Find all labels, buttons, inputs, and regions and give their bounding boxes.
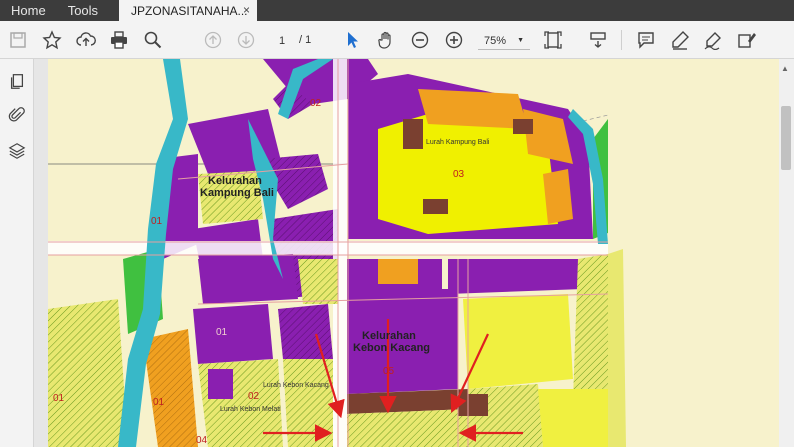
toolbar-divider [621, 30, 622, 50]
block-number: 01 [216, 327, 228, 338]
zone-purple [208, 369, 233, 399]
fill-sign-icon[interactable] [735, 28, 759, 52]
print-icon[interactable] [107, 28, 131, 52]
zoom-level-select[interactable]: 75% ▼ [478, 32, 530, 50]
zone-residential-hatch [48, 299, 128, 447]
zone-residential-hatch [298, 259, 338, 304]
zoning-map: Kelurahan Kampung Bali Kelurahan Kebon K… [48, 59, 779, 447]
scroll-up-icon[interactable]: ▲ [781, 64, 789, 73]
tools-tab[interactable]: Tools [57, 0, 109, 21]
document-tab[interactable]: JPZONASITANAHA... × [119, 0, 258, 21]
block-number: 05 [383, 366, 395, 377]
tab-bar: Home Tools JPZONASITANAHA... × [0, 0, 794, 21]
draw-sign-icon[interactable] [701, 28, 725, 52]
document-tab-label: JPZONASITANAHA... [131, 3, 248, 18]
attachment-icon[interactable] [5, 103, 29, 127]
zone-brown [403, 119, 423, 149]
highlight-pen-icon[interactable] [668, 28, 692, 52]
office-label: Lurah Kebon Kacang [263, 382, 329, 389]
office-label: Lurah Kebon Melati [220, 406, 281, 413]
map-margin [608, 59, 779, 447]
zone-brown [423, 199, 448, 214]
zone-purple-01 [193, 304, 273, 364]
document-view[interactable]: Kelurahan Kampung Bali Kelurahan Kebon K… [34, 59, 794, 447]
kelurahan-label: Kampung Bali [200, 187, 274, 199]
zoning-map-svg: Kelurahan Kampung Bali Kelurahan Kebon K… [48, 59, 779, 447]
page-total: / 1 [299, 34, 312, 46]
save-icon[interactable] [6, 28, 30, 52]
block-number: 01 [151, 216, 163, 227]
vertical-scrollbar[interactable]: ▲ [779, 59, 794, 447]
zone-yellow [538, 389, 608, 447]
previous-page-icon[interactable] [201, 28, 225, 52]
zone-yellow [463, 294, 573, 389]
toolbar: 1 / 1 75% ▼ [0, 21, 794, 59]
left-sidebar [0, 59, 34, 447]
zone-orange [378, 259, 418, 284]
search-icon[interactable] [141, 28, 165, 52]
zone-orange [418, 89, 528, 129]
zone-residential-hatch [573, 254, 613, 399]
block-number: 01 [53, 393, 65, 404]
zoom-in-icon[interactable] [442, 28, 466, 52]
next-page-icon[interactable] [234, 28, 258, 52]
upload-cloud-icon[interactable] [74, 28, 98, 52]
scroll-mode-icon[interactable] [586, 28, 610, 52]
zone-orange [543, 169, 573, 224]
comment-icon[interactable] [634, 28, 658, 52]
kelurahan-label: Kelurahan [208, 175, 262, 187]
block-number: 02 [248, 391, 260, 402]
close-tab-icon[interactable]: × [243, 3, 250, 17]
block-number: 03 [453, 169, 465, 180]
select-cursor-icon[interactable] [341, 28, 365, 52]
zoom-level-value: 75% [484, 34, 507, 47]
road-horizontal [48, 241, 608, 255]
zone-brown [513, 119, 533, 134]
page-thumbnails-icon[interactable] [5, 69, 29, 93]
scrollbar-thumb[interactable] [781, 106, 791, 170]
zone-brown [458, 394, 488, 416]
block-number: 02 [310, 98, 322, 109]
zone-purple-hatched [278, 304, 333, 359]
office-label: Lurah Kampung Bali [426, 139, 490, 146]
road-vertical [333, 59, 347, 447]
zoom-out-icon[interactable] [408, 28, 432, 52]
layers-icon[interactable] [5, 139, 29, 163]
bookmark-star-icon[interactable] [40, 28, 64, 52]
block-number: 04 [196, 435, 208, 446]
zone-yellow-edge [608, 249, 626, 447]
chevron-down-icon: ▼ [517, 37, 524, 44]
home-tab[interactable]: Home [0, 0, 57, 21]
page-number-input[interactable]: 1 [267, 32, 297, 50]
kelurahan-label: Kelurahan [362, 330, 416, 342]
zone-residential-hatch [347, 409, 468, 447]
fit-page-icon[interactable] [541, 28, 565, 52]
block-number: 01 [153, 397, 165, 408]
hand-tool-icon[interactable] [374, 28, 398, 52]
kelurahan-label: Kebon Kacang [353, 342, 430, 354]
